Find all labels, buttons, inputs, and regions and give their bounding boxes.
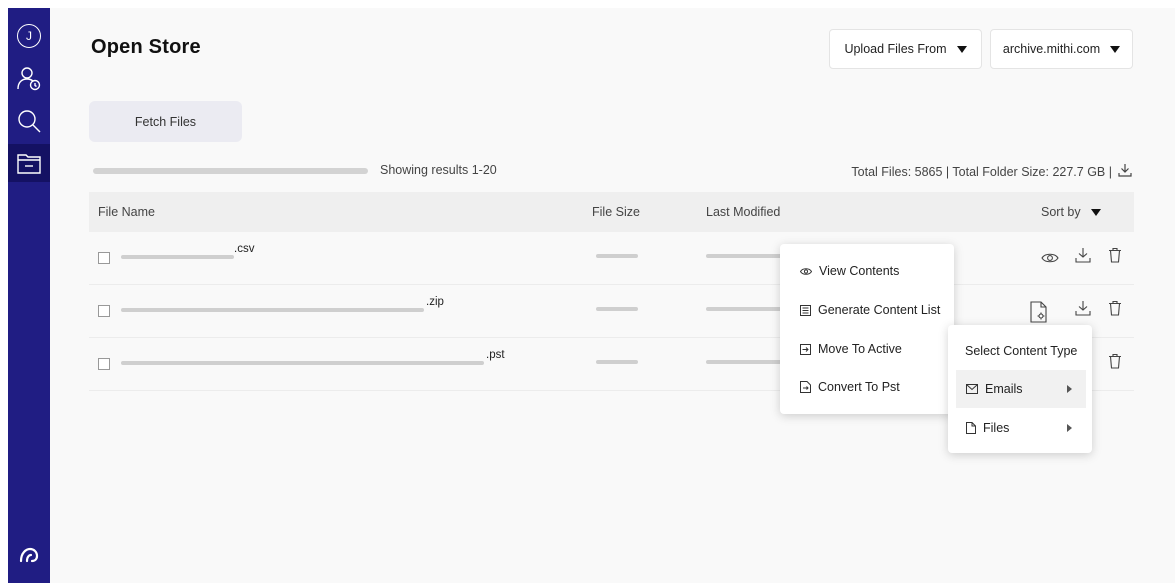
file-size-placeholder [596,360,638,364]
chevron-right-icon [1067,385,1072,393]
content-type-submenu: Select Content Type Emails Files [948,325,1092,453]
progress-bar [93,168,368,174]
trash-icon[interactable] [1108,299,1122,317]
trash-icon[interactable] [1108,246,1122,264]
mail-icon [966,384,978,394]
menu-item-view-contents[interactable]: View Contents [800,264,899,278]
file-icon [966,422,976,434]
domain-label: archive.mithi.com [1002,42,1101,56]
page-title: Open Store [91,36,201,58]
totals-text: Total Files: 5865 | Total Folder Size: 2… [851,164,1112,179]
menu-item-generate-content-list[interactable]: Generate Content List [800,303,940,317]
row-checkbox[interactable] [98,305,110,317]
menu-item-label: Generate Content List [818,303,941,317]
submenu-item-emails[interactable]: Emails [956,370,1086,408]
sort-by-label: Sort by [1041,205,1081,219]
search-icon[interactable] [8,106,50,136]
row-checkbox[interactable] [98,358,110,370]
upload-files-from-dropdown[interactable]: Upload Files From [829,29,982,69]
results-count: Showing results 1-20 [380,163,497,177]
submenu-item-label: Emails [985,382,1023,396]
column-file-size: File Size [592,205,640,219]
sort-by-dropdown[interactable]: Sort by [1041,205,1101,219]
download-icon[interactable] [1075,299,1091,317]
user-avatar[interactable]: J [8,22,50,50]
file-size-placeholder [596,254,638,258]
last-modified-placeholder [706,307,786,311]
menu-item-convert-to-pst[interactable]: Convert To Pst [800,380,900,394]
totals-summary: Total Files: 5865 | Total Folder Size: 2… [851,163,1132,180]
file-name-placeholder [121,308,424,312]
file-extension: .csv [234,243,255,255]
menu-item-label: View Contents [819,264,900,278]
folder-icon[interactable] [8,144,50,182]
app-frame: J Open Store Upload Files From archive.m… [0,0,1175,583]
menu-item-label: Convert To Pst [818,380,900,394]
table-header: File Name File Size Last Modified Sort b… [89,192,1134,232]
chevron-right-icon [1067,424,1072,432]
file-settings-icon[interactable] [1030,301,1048,323]
eye-icon[interactable] [1041,249,1059,267]
submenu-title: Select Content Type [965,344,1078,358]
move-icon [800,343,811,355]
last-modified-placeholder [706,254,786,258]
caret-down-icon [1110,45,1121,53]
menu-item-label: Move To Active [818,342,902,356]
column-last-modified: Last Modified [706,205,781,219]
download-icon[interactable] [1075,246,1091,264]
file-actions-menu: View Contents Generate Content List Move… [780,244,954,414]
row-checkbox[interactable] [98,252,110,264]
file-name-placeholder [121,361,484,365]
file-size-placeholder [596,307,638,311]
avatar-initial: J [17,24,41,48]
fetch-files-button[interactable]: Fetch Files [89,101,242,142]
domain-select-dropdown[interactable]: archive.mithi.com [990,29,1133,69]
sidebar: J [8,8,50,583]
list-icon [800,304,811,316]
column-file-name: File Name [98,205,155,219]
submenu-item-label: Files [983,421,1010,435]
upload-label: Upload Files From [844,42,947,56]
caret-down-icon [1090,208,1101,216]
convert-icon [800,381,811,393]
caret-down-icon [956,45,967,53]
table-row[interactable]: .csv [89,232,1134,285]
submenu-item-files[interactable]: Files [956,409,1086,447]
menu-item-move-to-active[interactable]: Move To Active [800,342,902,356]
last-modified-placeholder [706,360,786,364]
download-all-icon[interactable] [1118,163,1132,180]
trash-icon[interactable] [1108,352,1122,370]
eye-icon [800,267,812,275]
brand-logo-icon [8,541,50,569]
file-extension: .pst [486,349,505,361]
main-content: Open Store Upload Files From archive.mit… [50,8,1175,583]
user-settings-icon[interactable] [8,62,50,94]
file-name-placeholder [121,255,234,259]
file-extension: .zip [426,296,444,308]
